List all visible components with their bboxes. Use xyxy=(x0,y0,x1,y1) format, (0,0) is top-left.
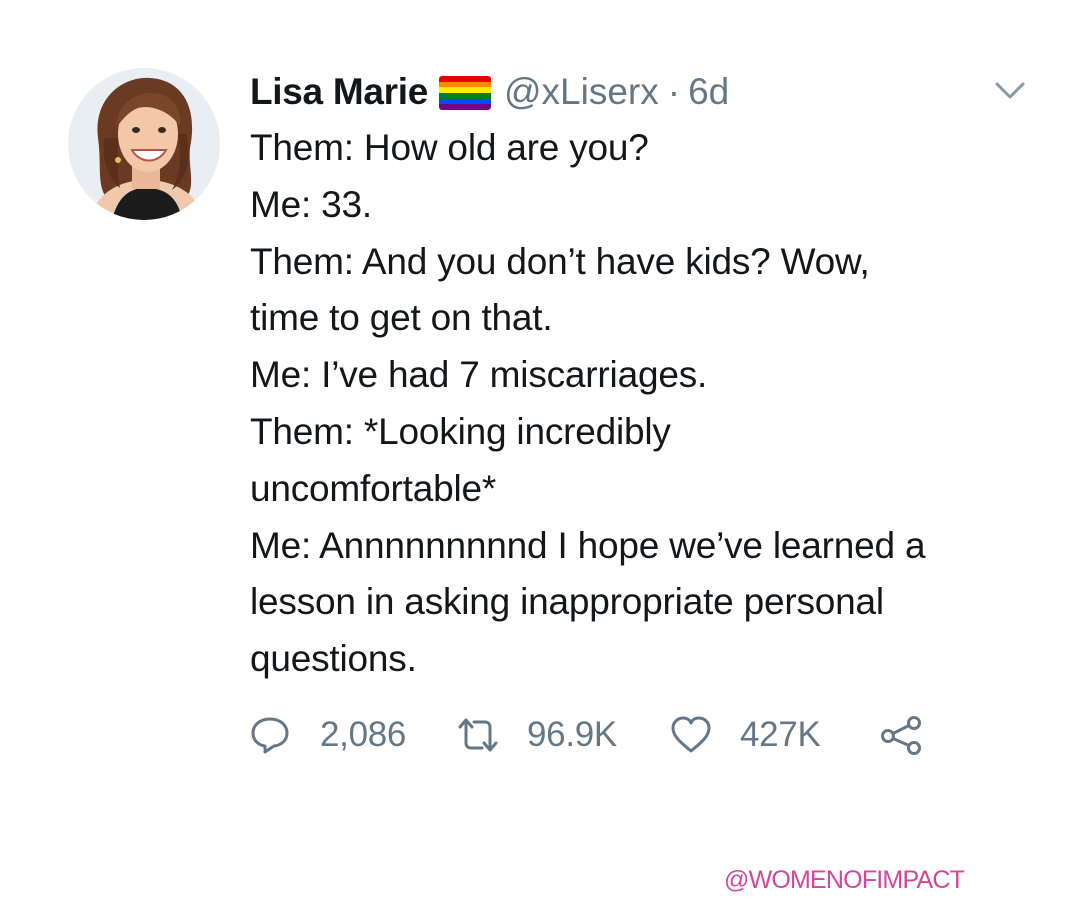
author-handle[interactable]: @xLiserx xyxy=(504,71,659,113)
reply-button[interactable]: 2,086 xyxy=(250,715,455,755)
reply-count: 2,086 xyxy=(320,715,407,754)
like-button[interactable]: 427K xyxy=(670,715,880,755)
tweet-header: Lisa Marie @xLiserx · 6d xyxy=(250,66,729,118)
tweet-timestamp[interactable]: 6d xyxy=(688,71,729,113)
tweet-line: Them: How old are you? xyxy=(250,127,649,168)
tweet-actions: 2,086 96.9K 427K xyxy=(250,710,924,760)
tweet-line: Them: *Looking incredibly xyxy=(250,410,671,452)
tweet-line: lesson in asking inappropriate personal xyxy=(250,581,884,623)
author-display-name[interactable]: Lisa Marie xyxy=(250,71,428,113)
avatar[interactable] xyxy=(68,68,220,220)
tweet-line: questions. xyxy=(250,638,417,680)
tweet-line: uncomfortable* xyxy=(250,467,497,509)
heart-icon xyxy=(671,716,711,753)
tweet-line: time to get on that. xyxy=(250,297,553,339)
reply-icon xyxy=(251,717,289,754)
retweet-icon xyxy=(458,718,498,752)
tweet-line: Them: And you don’t have kids? Wow, xyxy=(250,240,870,282)
tweet-card: Lisa Marie @xLiserx · 6d Them: How old a… xyxy=(0,0,1079,915)
tweet-line: Me: Annnnnnnnnd I hope we’ve learned a xyxy=(250,524,926,566)
header-separator: · xyxy=(667,71,681,112)
watermark: @WOMENOFIMPACT xyxy=(724,866,965,894)
more-options-button[interactable] xyxy=(993,78,1027,102)
avatar-photo xyxy=(68,68,220,220)
tweet-text: Them: How old are you? Me: 33. Them: And… xyxy=(250,120,1050,688)
retweet-count: 96.9K xyxy=(527,715,617,754)
chevron-down-icon xyxy=(995,82,1025,99)
like-count: 427K xyxy=(740,715,821,754)
tweet-line: Me: I’ve had 7 miscarriages. xyxy=(250,354,708,396)
rainbow-flag-icon xyxy=(438,76,491,110)
share-icon xyxy=(881,716,921,755)
share-button[interactable] xyxy=(880,715,924,755)
tweet-line: Me: 33. xyxy=(250,183,372,225)
retweet-button[interactable]: 96.9K xyxy=(455,715,670,755)
